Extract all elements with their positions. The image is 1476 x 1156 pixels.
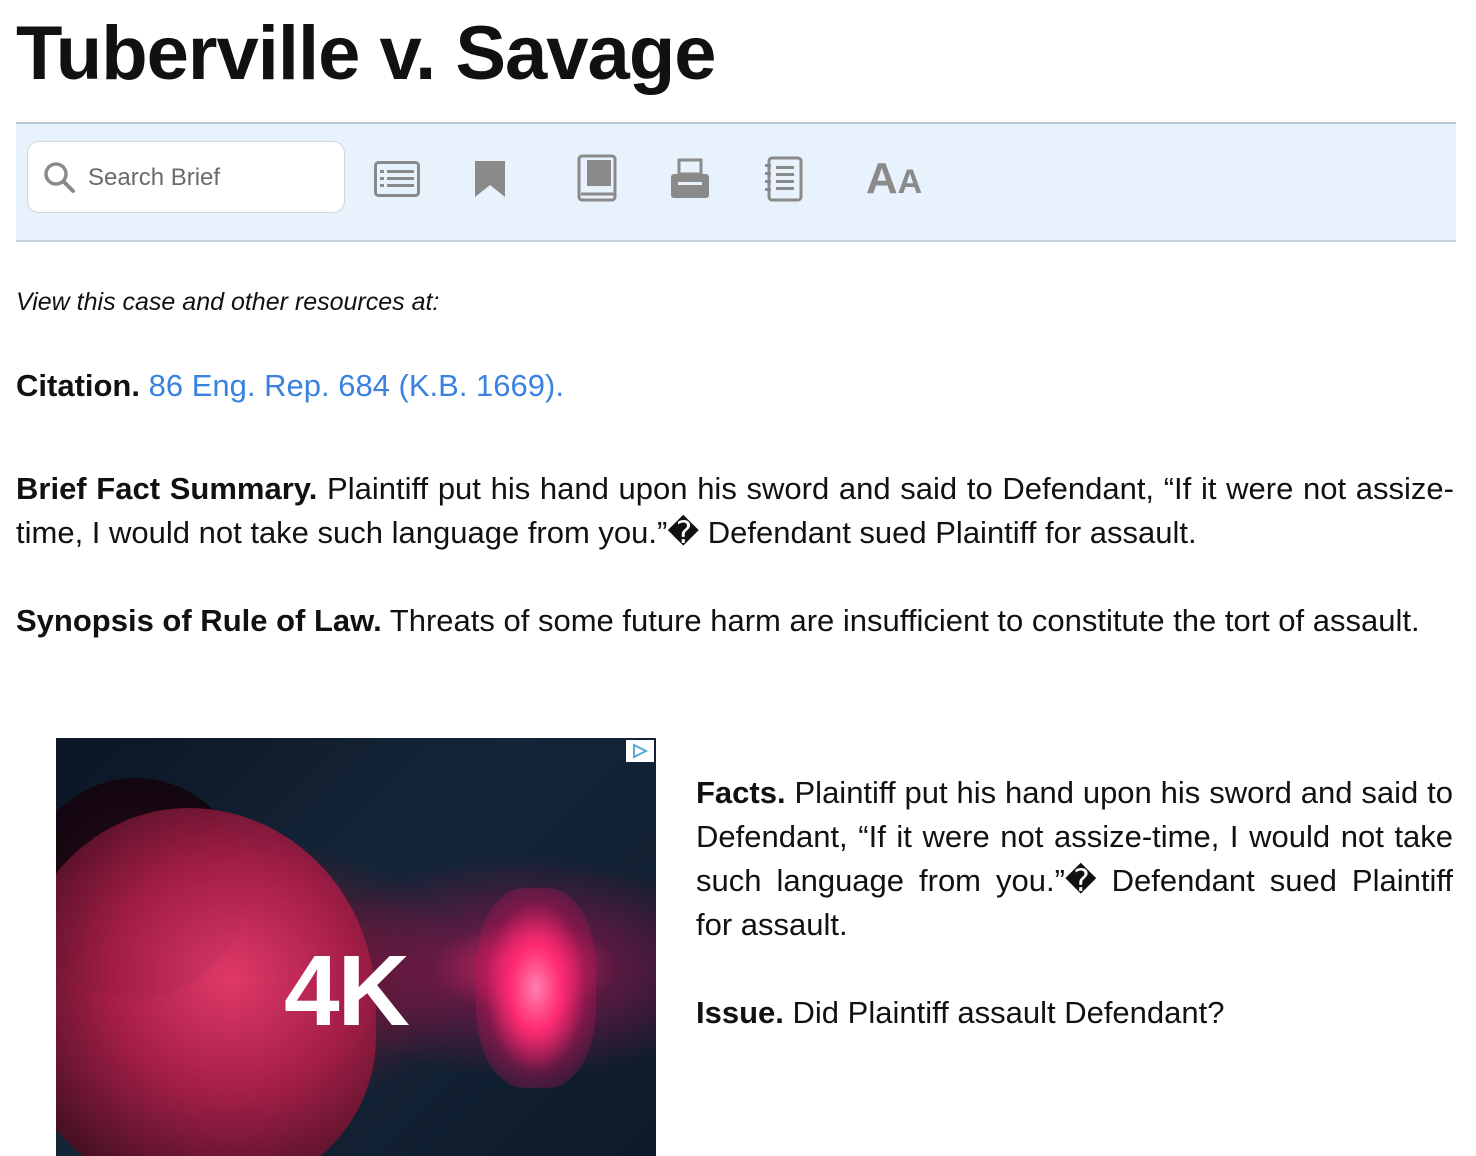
- issue-text: Did Plaintiff assault Defendant?: [792, 995, 1225, 1030]
- citation-paragraph: Citation. 86 Eng. Rep. 684 (K.B. 1669).: [16, 364, 1454, 408]
- citation-link[interactable]: 86 Eng. Rep. 684 (K.B. 1669).: [149, 368, 564, 403]
- bookmark-icon: [473, 159, 507, 199]
- search-icon: [42, 160, 76, 194]
- view-resources-text: View this case and other resources at:: [16, 288, 440, 316]
- issue-label: Issue.: [696, 995, 784, 1030]
- synopsis-paragraph: Synopsis of Rule of Law. Threats of some…: [16, 599, 1454, 643]
- notes-button[interactable]: [764, 152, 804, 206]
- bookmark-button[interactable]: [472, 152, 508, 206]
- print-button[interactable]: [668, 152, 712, 206]
- synopsis-text: Threats of some future harm are insuffic…: [389, 603, 1420, 638]
- citation-label: Citation.: [16, 368, 140, 403]
- brief-page: Tuberville v. Savage Search Brief AA Vie…: [0, 0, 1476, 1156]
- facts-paragraph: Facts. Plaintiff put his hand upon his s…: [696, 771, 1453, 947]
- notebook-icon: [764, 156, 804, 202]
- facts-label: Facts.: [696, 775, 786, 810]
- outline-button[interactable]: [374, 152, 420, 206]
- brief-toolbar: AA: [16, 122, 1456, 242]
- list-icon: [374, 161, 420, 197]
- advertisement-image[interactable]: 4K: [56, 738, 656, 1156]
- font-size-button[interactable]: AA: [862, 152, 926, 206]
- issue-paragraph: Issue. Did Plaintiff assault Defendant?: [696, 991, 1453, 1035]
- brief-fact-summary-paragraph: Brief Fact Summary. Plaintiff put his ha…: [16, 467, 1454, 555]
- book-button[interactable]: [576, 152, 620, 206]
- search-box[interactable]: [27, 141, 345, 213]
- search-input[interactable]: [86, 156, 330, 200]
- font-size-icon: AA: [865, 154, 923, 203]
- book-icon: [577, 154, 619, 204]
- printer-icon: [669, 158, 711, 200]
- page-title: Tuberville v. Savage: [16, 11, 717, 96]
- synopsis-label: Synopsis of Rule of Law.: [16, 603, 382, 638]
- brief-fact-summary-label: Brief Fact Summary.: [16, 471, 318, 506]
- adchoices-icon[interactable]: [626, 740, 654, 762]
- facts-text: Plaintiff put his hand upon his sword an…: [696, 775, 1453, 942]
- ad-overlay-text: 4K: [284, 935, 410, 1047]
